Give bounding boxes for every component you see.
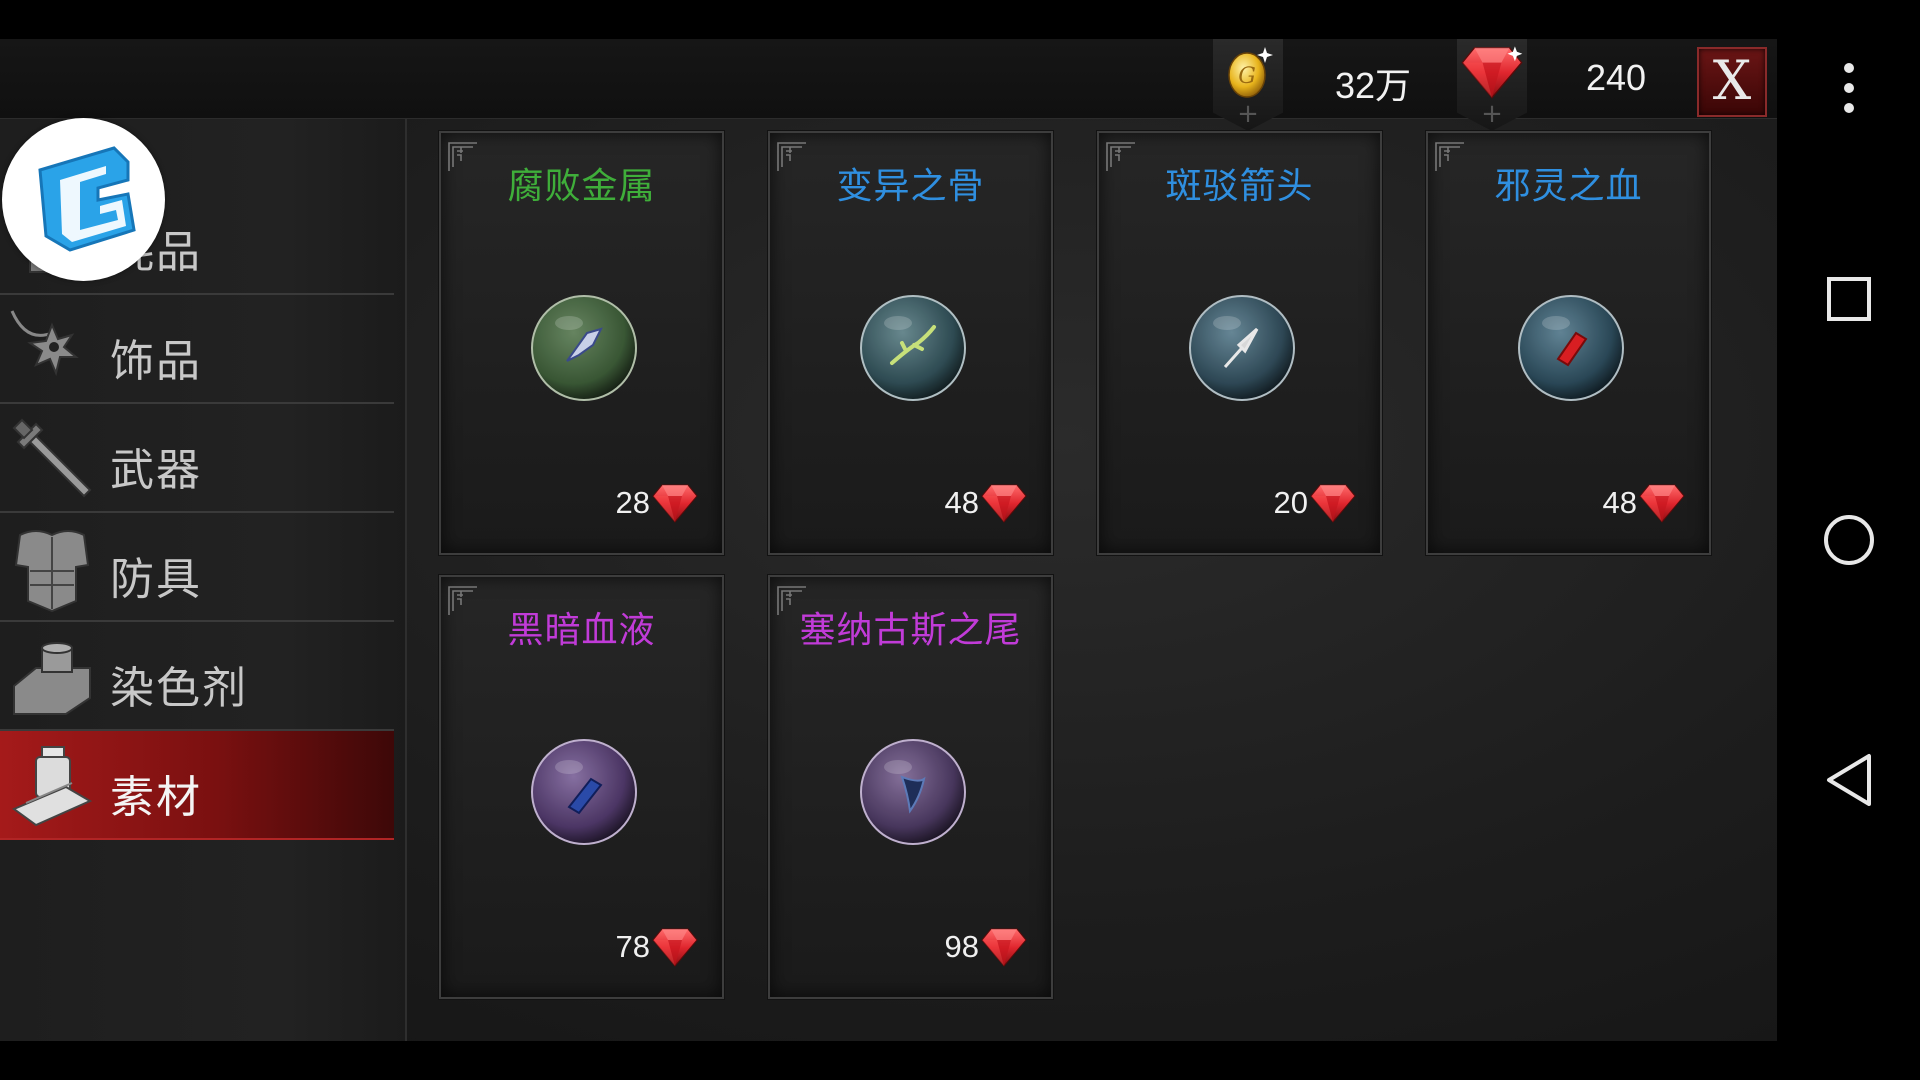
- price-value: 20: [1273, 485, 1308, 520]
- system-nav-bar: [1777, 0, 1920, 1080]
- category-label: 染色剂: [110, 663, 248, 714]
- item-orb-icon: [860, 739, 966, 845]
- close-button[interactable]: X: [1697, 47, 1767, 117]
- ruby-gem-icon: [981, 927, 1027, 967]
- app-logo-icon: [38, 146, 136, 252]
- item-name: 腐败金属: [507, 166, 656, 207]
- ruby-gem-icon: [652, 927, 698, 967]
- item-card[interactable]: 邪灵之血 48: [1425, 130, 1712, 556]
- item-orb-icon: [1518, 295, 1624, 401]
- ruby-gem-icon: [1310, 483, 1356, 523]
- price-value: 48: [1602, 485, 1637, 520]
- game-screen: G + 32万 + 240 X 耗品 饰品 武器 防具 染色剂 素材 腐败金属 …: [0, 39, 1777, 1041]
- ruby-gem-icon: [1639, 483, 1685, 523]
- item-orb-icon: [860, 295, 966, 401]
- price-value: 48: [944, 485, 979, 520]
- price-value: 28: [615, 485, 650, 520]
- necklace-icon: [10, 310, 79, 377]
- gem-amount: 240: [1586, 57, 1647, 98]
- plus-icon: +: [1481, 99, 1503, 129]
- materials-icon: [11, 746, 93, 827]
- price-value: 98: [944, 929, 979, 964]
- item-card[interactable]: 变异之骨 48: [767, 130, 1054, 556]
- item-price: 98: [945, 925, 1027, 969]
- sword-icon: [12, 418, 92, 498]
- item-name: 邪灵之血: [1494, 166, 1643, 207]
- item-name: 变异之骨: [836, 166, 985, 207]
- recents-square-icon[interactable]: [1803, 253, 1895, 345]
- svg-text:G: G: [1238, 64, 1256, 89]
- price-value: 78: [615, 929, 650, 964]
- ruby-gem-icon: [652, 483, 698, 523]
- dye-icon: [13, 642, 91, 715]
- item-card[interactable]: 塞纳古斯之尾 98: [767, 574, 1054, 1000]
- category-armor[interactable]: 防具: [0, 513, 394, 622]
- category-accessories[interactable]: 饰品: [0, 295, 394, 404]
- category-label: 饰品: [110, 336, 202, 387]
- item-card[interactable]: 斑驳箭头 20: [1096, 130, 1383, 556]
- gold-amount: 32万: [1335, 65, 1412, 106]
- item-orb-icon: [1189, 295, 1295, 401]
- app-logo-badge: [2, 118, 165, 281]
- gem-add-button[interactable]: +: [1457, 39, 1527, 131]
- item-name: 塞纳古斯之尾: [799, 610, 1022, 651]
- item-price: 28: [616, 481, 698, 525]
- category-label: 武器: [110, 445, 202, 496]
- ruby-gem-icon: [1461, 46, 1523, 99]
- item-name: 黑暗血液: [507, 610, 656, 651]
- item-card[interactable]: 黑暗血液 78: [438, 574, 725, 1000]
- currency-bar: G + 32万 + 240 X: [0, 39, 1777, 131]
- home-circle-icon[interactable]: [1803, 494, 1895, 586]
- item-orb-icon: [531, 739, 637, 845]
- bottom-bar: [0, 1041, 1777, 1080]
- ruby-gem-icon: [981, 483, 1027, 523]
- gold-coin-icon: G: [1228, 47, 1273, 98]
- category-weapons[interactable]: 武器: [0, 404, 394, 513]
- item-card[interactable]: 腐败金属 28: [438, 130, 725, 556]
- armor-icon: [14, 530, 90, 613]
- item-orb-icon: [531, 295, 637, 401]
- plus-icon: +: [1237, 99, 1259, 129]
- item-price: 78: [616, 925, 698, 969]
- category-dyes[interactable]: 染色剂: [0, 622, 394, 731]
- category-materials[interactable]: 素材: [0, 731, 394, 840]
- item-price: 48: [945, 481, 1027, 525]
- category-label: 素材: [110, 772, 202, 823]
- category-label: 防具: [110, 554, 202, 605]
- item-name: 斑驳箭头: [1165, 166, 1314, 207]
- item-price: 20: [1274, 481, 1356, 525]
- gold-add-button[interactable]: G +: [1213, 39, 1283, 131]
- item-price: 48: [1603, 481, 1685, 525]
- back-triangle-icon[interactable]: [1803, 734, 1895, 826]
- more-vert-icon[interactable]: [1803, 42, 1895, 134]
